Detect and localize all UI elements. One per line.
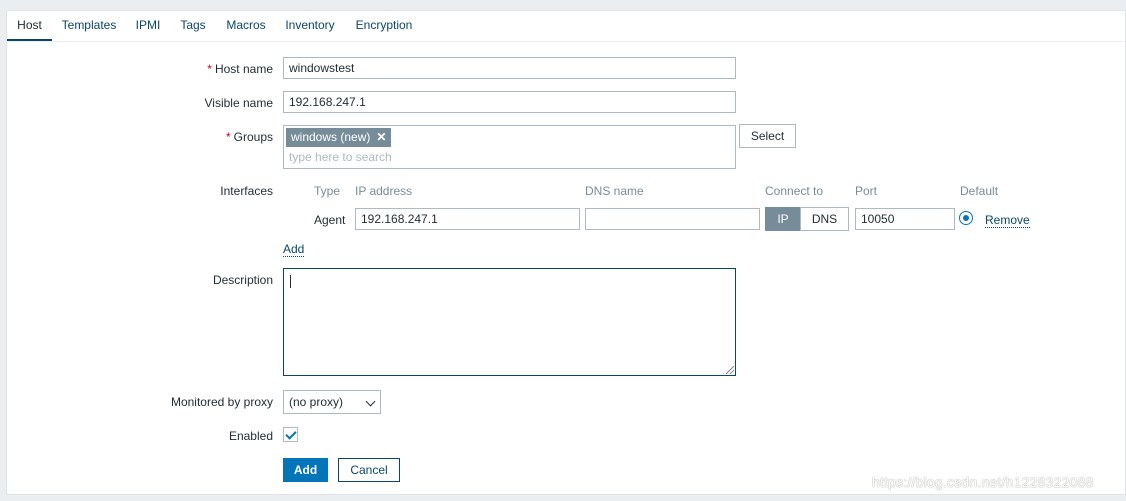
host-form-card: Host Templates IPMI Tags Macros Inventor… <box>6 10 1126 495</box>
host-name-input[interactable]: windowstest <box>283 57 736 79</box>
col-type: Type <box>314 184 341 198</box>
col-ip-address: IP address <box>355 184 413 198</box>
tab-inventory[interactable]: Inventory <box>281 11 339 42</box>
col-connect-to: Connect to <box>765 184 824 198</box>
groups-multiselect[interactable]: windows (new) ✕ type here to search <box>283 125 736 169</box>
tab-tags[interactable]: Tags <box>175 11 211 42</box>
col-dns-name: DNS name <box>585 184 644 198</box>
watermark-text: https://blog.csdn.net/h1228322088 <box>872 474 1094 490</box>
tab-bar: Host Templates IPMI Tags Macros Inventor… <box>7 11 1125 42</box>
proxy-label: Monitored by proxy <box>170 395 273 409</box>
add-interface-link[interactable]: Add <box>283 242 305 257</box>
proxy-select-value: (no proxy) <box>289 395 344 409</box>
required-mark: * <box>207 62 212 76</box>
visible-name-input[interactable]: 192.168.247.1 <box>283 91 736 113</box>
interfaces-label: Interfaces <box>220 184 273 198</box>
tab-divider <box>7 41 1125 42</box>
tab-macros[interactable]: Macros <box>222 11 270 42</box>
close-icon[interactable]: ✕ <box>376 130 386 144</box>
select-groups-button[interactable]: Select <box>739 124 796 148</box>
host-name-label: * Host name <box>207 62 273 76</box>
proxy-select[interactable]: (no proxy) <box>283 390 381 414</box>
col-port: Port <box>855 184 878 198</box>
add-button[interactable]: Add <box>283 458 328 482</box>
description-textarea[interactable] <box>283 268 736 376</box>
tab-host[interactable]: Host <box>7 11 52 42</box>
chevron-down-icon <box>365 396 376 407</box>
interface-port-input[interactable]: 10050 <box>855 208 955 230</box>
group-chip: windows (new) ✕ <box>286 128 392 147</box>
remove-interface-link[interactable]: Remove <box>985 213 1030 228</box>
default-interface-radio[interactable] <box>959 211 973 225</box>
tab-ipmi[interactable]: IPMI <box>132 11 164 42</box>
groups-label: * Groups <box>225 130 273 144</box>
col-default: Default <box>960 184 999 198</box>
text-caret <box>290 275 291 288</box>
interface-dns-input[interactable] <box>585 208 760 230</box>
cancel-button[interactable]: Cancel <box>338 458 400 482</box>
enabled-label: Enabled <box>228 429 273 443</box>
enabled-checkbox[interactable] <box>283 427 298 442</box>
resize-handle-icon[interactable] <box>726 366 734 374</box>
description-label: Description <box>212 273 273 287</box>
interface-type: Agent <box>314 213 346 227</box>
required-mark: * <box>225 130 231 144</box>
tab-encryption[interactable]: Encryption <box>350 11 418 42</box>
groups-search-input[interactable]: type here to search <box>289 150 392 164</box>
connect-ip-toggle[interactable]: IP <box>765 207 801 231</box>
interface-ip-input[interactable]: 192.168.247.1 <box>355 208 580 230</box>
connect-dns-toggle[interactable]: DNS <box>800 207 849 231</box>
visible-name-label: Visible name <box>204 96 273 110</box>
tab-templates[interactable]: Templates <box>57 11 121 42</box>
